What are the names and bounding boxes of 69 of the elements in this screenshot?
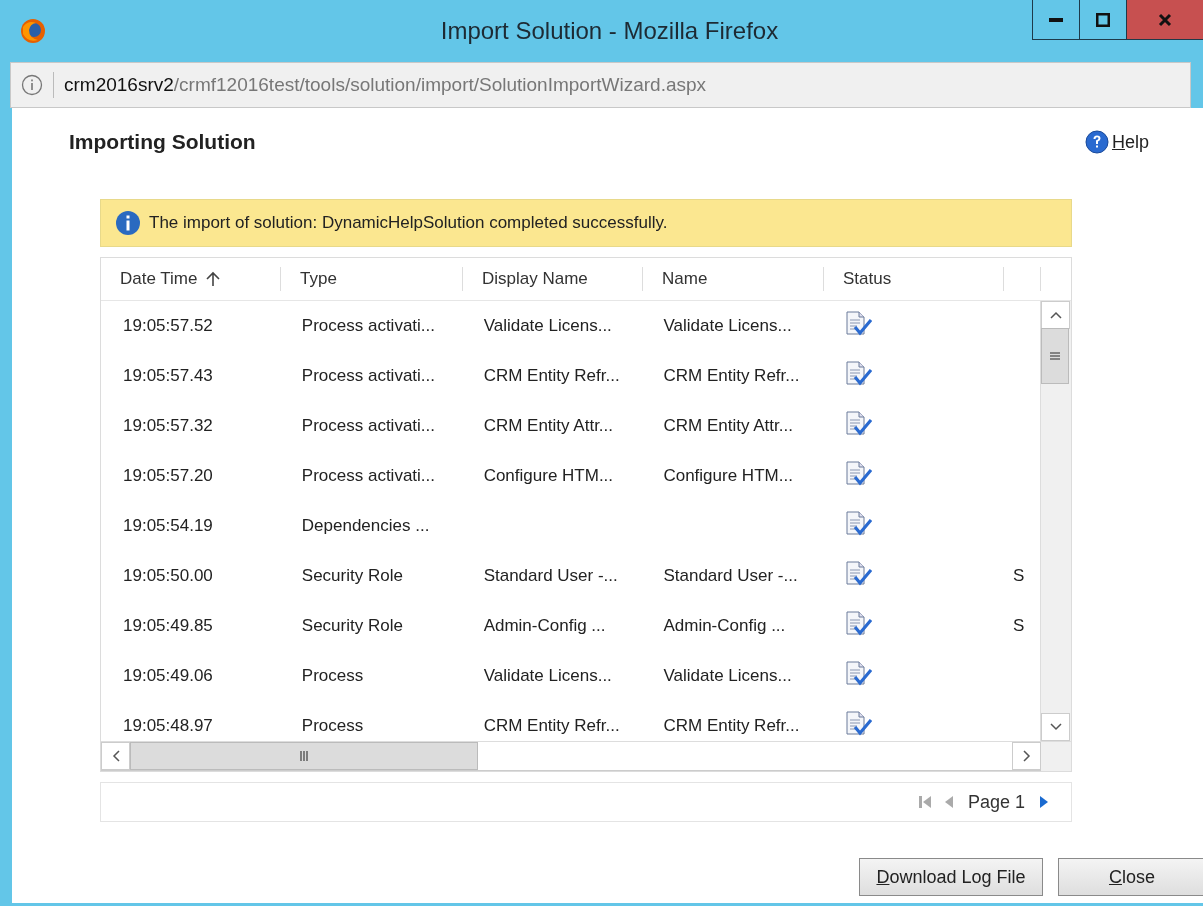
info-icon xyxy=(21,74,43,96)
window-title: Import Solution - Mozilla Firefox xyxy=(439,17,780,45)
table-cell-text: S xyxy=(1012,616,1026,636)
column-header[interactable]: Status xyxy=(824,267,1004,291)
column-header[interactable]: Display Name xyxy=(463,267,643,291)
grip-icon xyxy=(1049,350,1062,362)
table-cell-text: 19:05:57.32 xyxy=(122,416,214,436)
table-cell-text: Process xyxy=(300,716,365,736)
url-path: /crmf12016test/tools/solution/import/SolutionImportWizard.aspx xyxy=(173,74,707,96)
column-header[interactable]: Type xyxy=(281,267,463,291)
address-bar[interactable]: crm2016srv2/crmf12016test/tools/solution/import/SolutionImportWizard.aspx xyxy=(10,62,1191,108)
table-cell-text: CRM Entity Attr... xyxy=(662,416,794,436)
table-cell-text: Security Role xyxy=(300,616,404,636)
table-cell-text: CRM Entity Attr... xyxy=(482,416,615,436)
table-cell-text: Process activati... xyxy=(300,366,437,386)
table-cell-text: CRM Entity Refr... xyxy=(482,366,621,386)
table-cell-text: 19:05:54.19 xyxy=(122,516,214,536)
table-cell-text: Validate Licens... xyxy=(482,316,613,336)
table-cell-text: 19:05:49.06 xyxy=(122,666,214,686)
close-icon xyxy=(1158,12,1172,27)
table-cell-text: Process xyxy=(300,666,365,686)
table-cell-text: Configure HTM... xyxy=(662,466,794,486)
table-cell-text: Security Role xyxy=(300,566,404,586)
minimize-icon xyxy=(1049,17,1063,22)
table-cell-text: Process activati... xyxy=(300,416,437,436)
table-cell-text: 19:05:57.20 xyxy=(122,466,214,486)
vertical-scrollbar[interactable] xyxy=(1040,301,1071,741)
close-button[interactable]: Close xyxy=(1058,858,1203,896)
table-cell-text: 19:05:50.00 xyxy=(122,566,214,586)
table-cell-text: CRM Entity Refr... xyxy=(662,716,801,736)
table-cell-text: Dependencies ... xyxy=(300,516,431,536)
table-cell-text: Standard User -... xyxy=(662,566,799,586)
table-cell-text: CRM Entity Refr... xyxy=(662,366,801,386)
column-header[interactable]: Date Time xyxy=(101,267,281,291)
table-cell-text: Validate Licens... xyxy=(482,666,613,686)
table-cell-text: Validate Licens... xyxy=(662,666,793,686)
url-host: crm2016srv2 xyxy=(64,74,174,96)
help-icon xyxy=(1084,130,1109,154)
table-cell-text: Validate Licens... xyxy=(662,316,793,336)
browser-logo-icon xyxy=(20,18,46,44)
table-cell-text: Configure HTM... xyxy=(482,466,615,486)
table-cell-text: Standard User -... xyxy=(482,566,619,586)
table-cell-text: CRM Entity Refr... xyxy=(482,716,621,736)
notification-message: The import of solution: DynamicHelpSolution completed successfully. xyxy=(149,213,668,233)
table-cell-text: Process activati... xyxy=(300,316,437,336)
help-link[interactable]: Help xyxy=(1084,130,1149,154)
first-page-icon xyxy=(916,793,933,811)
table-cell-text: 19:05:48.97 xyxy=(122,716,214,736)
horizontal-scrollbar[interactable] xyxy=(101,742,1041,771)
table-cell-text: Admin-Config ... xyxy=(662,616,787,636)
info-icon xyxy=(115,210,141,236)
table-cell-text: 19:05:49.85 xyxy=(122,616,214,636)
chevron-left-icon xyxy=(110,749,121,763)
download-button[interactable]: Download Log File xyxy=(859,858,1043,896)
table-cell-text: 19:05:57.52 xyxy=(122,316,214,336)
table-cell-text: S xyxy=(1012,566,1026,586)
page-number: Page 1 xyxy=(967,791,1025,813)
scrollbar-corner xyxy=(1041,742,1071,771)
page-heading: Importing Solution xyxy=(69,130,256,154)
chevron-down-icon xyxy=(1048,722,1063,732)
chevron-right-icon xyxy=(1021,749,1032,763)
table-cell-text: Process activati... xyxy=(300,466,437,486)
table-cell-text: 19:05:57.43 xyxy=(122,366,214,386)
grip-icon xyxy=(298,750,310,762)
minimize-button[interactable] xyxy=(1032,0,1080,40)
table-cell-text: Admin-Config ... xyxy=(482,616,607,636)
chevron-up-icon xyxy=(1048,310,1063,320)
maximize-icon xyxy=(1096,12,1110,27)
column-header[interactable]: Name xyxy=(643,267,824,291)
